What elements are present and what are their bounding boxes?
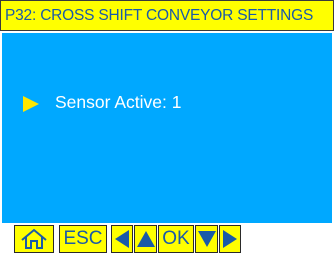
home-icon bbox=[21, 228, 47, 249]
arrow-right-icon bbox=[223, 230, 237, 248]
ok-label: OK bbox=[162, 228, 190, 249]
sensor-active-label: Sensor Active: 1 bbox=[55, 92, 182, 112]
home-button[interactable] bbox=[14, 225, 54, 253]
selection-arrow-icon bbox=[23, 96, 39, 112]
down-button[interactable] bbox=[195, 225, 218, 253]
arrow-up-icon bbox=[136, 231, 155, 247]
right-button[interactable] bbox=[219, 225, 241, 253]
hmi-screen: P32: CROSS SHIFT CONVEYOR SETTINGS Senso… bbox=[0, 0, 334, 255]
esc-button[interactable]: ESC bbox=[59, 225, 107, 253]
ok-button[interactable]: OK bbox=[158, 225, 194, 253]
left-button[interactable] bbox=[111, 225, 133, 253]
esc-label: ESC bbox=[63, 228, 103, 249]
title-bar: P32: CROSS SHIFT CONVEYOR SETTINGS bbox=[0, 0, 334, 31]
page-title: P32: CROSS SHIFT CONVEYOR SETTINGS bbox=[5, 7, 314, 24]
arrow-left-icon bbox=[115, 230, 129, 248]
navigation-bar: ESC OK bbox=[0, 224, 334, 255]
settings-panel: Sensor Active: 1 bbox=[2, 33, 332, 223]
arrow-down-icon bbox=[197, 231, 216, 247]
up-button[interactable] bbox=[134, 225, 157, 253]
